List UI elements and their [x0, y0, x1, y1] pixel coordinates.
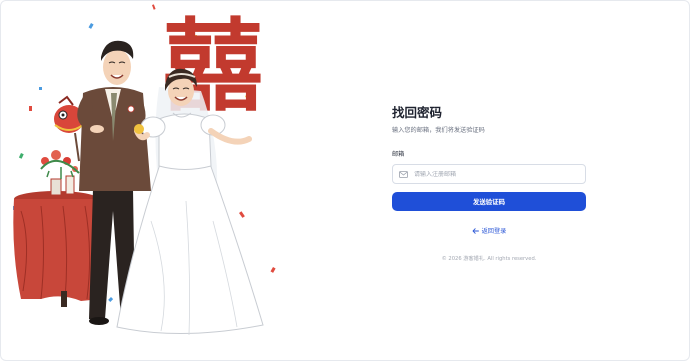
mail-icon — [399, 170, 408, 178]
back-to-login-label: 返回登录 — [481, 228, 507, 235]
wedding-couple-illustration: 囍 — [13, 4, 276, 336]
email-label: 邮箱 — [392, 151, 405, 158]
send-code-button[interactable]: 发送验证码 — [392, 192, 586, 211]
email-field-wrapper[interactable] — [392, 164, 586, 184]
page-frame: 囍 找回密码 输入您的邮箱，我们将发送验证码 邮箱 请输入注册邮箱 发送验证码 … — [0, 0, 690, 361]
copyright-footer: © 2026 游客婚礼. All rights reserved. — [441, 256, 537, 262]
back-to-login-link[interactable]: 返回登录 — [392, 226, 586, 235]
reset-password-panel: 找回密码 输入您的邮箱，我们将发送验证码 邮箱 发送验证码 返回登录 © 202… — [392, 105, 586, 262]
arrow-left-icon — [472, 227, 479, 234]
email-input[interactable] — [414, 170, 574, 178]
page-title: 找回密码 — [392, 105, 443, 120]
wedding-illustration: 囍 — [1, 1, 291, 360]
page-subtitle: 输入您的邮箱，我们将发送验证码 — [392, 127, 485, 134]
